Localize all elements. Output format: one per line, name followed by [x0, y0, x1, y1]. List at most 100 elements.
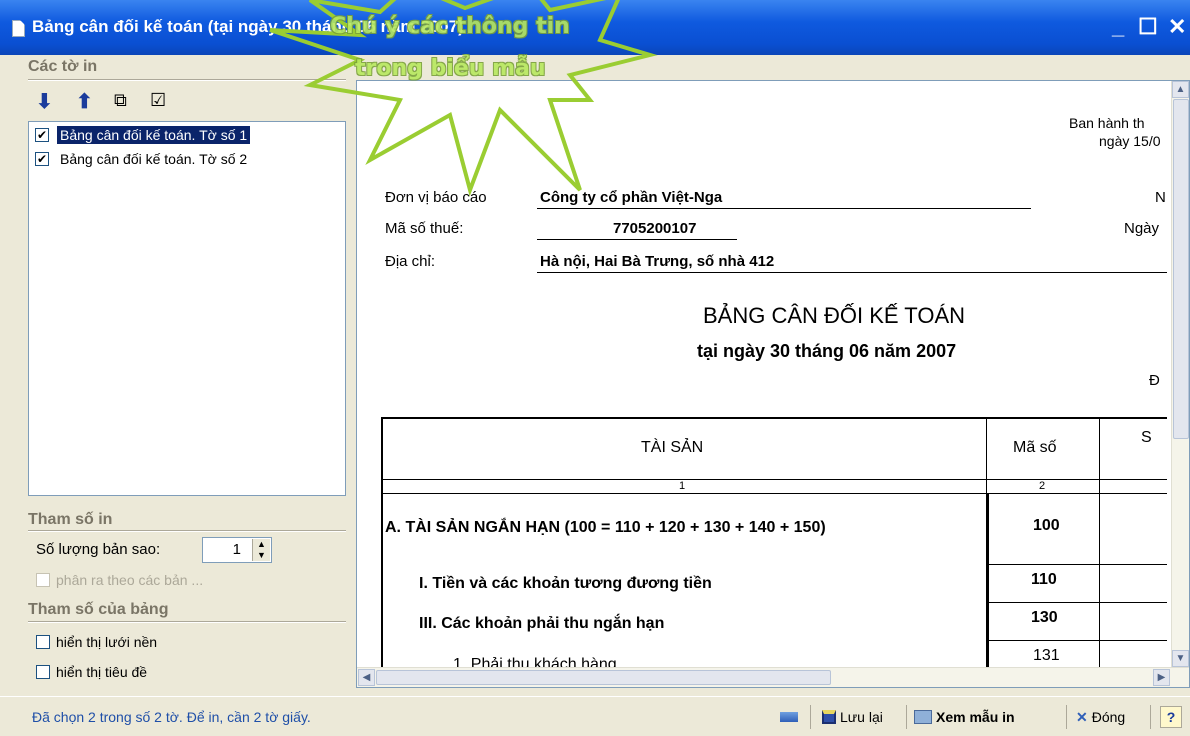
row-divider — [383, 493, 1167, 494]
separator — [1150, 705, 1151, 729]
scroll-right-button[interactable]: ▶ — [1153, 669, 1170, 686]
balance-table: TÀI SẢN Mã số S 1 2 A. TÀI SẢN NGẮN HẠN … — [381, 417, 1167, 667]
checkbox — [36, 573, 50, 587]
document-icon — [12, 20, 25, 37]
print-params-header: Tham số in — [28, 511, 113, 528]
row-divider — [986, 640, 1167, 641]
separator — [810, 705, 811, 729]
row-label: I. Tiền và các khoản tương đương tiền — [419, 575, 712, 592]
callout-line-1: Chú ý các thông tin — [330, 14, 570, 39]
scroll-left-button[interactable]: ◀ — [358, 669, 375, 686]
list-item[interactable]: ✔ Bảng cân đối kế toán. Tờ số 1 — [31, 124, 343, 146]
close-button[interactable]: ✕ — [1168, 14, 1186, 40]
scroll-up-button[interactable]: ▲ — [1172, 81, 1189, 98]
minimize-button[interactable]: _ — [1112, 14, 1124, 40]
save-icon — [822, 710, 836, 724]
horizontal-scrollbar[interactable]: ◀ ▶ — [357, 667, 1189, 687]
row-divider — [986, 602, 1167, 603]
underline — [537, 272, 1167, 273]
address-value: Hà nội, Hai Bà Trưng, số nhà 412 — [540, 253, 775, 270]
close-x-icon: ✕ — [1076, 708, 1088, 725]
col-index-2: 2 — [1039, 480, 1046, 492]
preview-label: Xem mẫu in — [936, 709, 1015, 725]
vertical-scrollbar[interactable]: ▲ ▼ — [1171, 81, 1189, 667]
checkbox[interactable]: ✔ — [35, 152, 49, 166]
col-asset-header: TÀI SẢN — [641, 439, 704, 456]
right-n: N — [1155, 189, 1166, 206]
list-item[interactable]: ✔ Bảng cân đối kế toán. Tờ số 2 — [31, 148, 343, 170]
underline — [537, 239, 737, 240]
save-label: Lưu lại — [840, 709, 883, 725]
issued-line-1: Ban hành th — [1069, 115, 1145, 131]
tax-label: Mã số thuế: — [385, 220, 464, 237]
header-label: hiển thị tiêu đề — [56, 664, 148, 680]
check-all-icon[interactable]: ☑ — [150, 90, 166, 110]
save-button[interactable]: Lưu lại — [822, 707, 883, 727]
stepper-buttons[interactable]: ▲ ▼ — [252, 539, 270, 561]
sheet-label: Bảng cân đối kế toán. Tờ số 1 — [57, 126, 251, 144]
unit-mark: Đ — [1149, 372, 1160, 389]
report-subtitle: tại ngày 30 tháng 06 năm 2007 — [697, 341, 957, 361]
status-bar: Đã chọn 2 trong số 2 tờ. Để in, cần 2 tờ… — [0, 696, 1190, 736]
checkbox[interactable] — [36, 635, 50, 649]
scroll-thumb[interactable] — [1173, 99, 1189, 439]
print-preview[interactable]: Ban hành th ngày 15/0 Đơn vị báo cáo Côn… — [356, 80, 1190, 688]
issued-line-2: ngày 15/0 — [1099, 133, 1161, 149]
row-divider — [383, 479, 1167, 480]
copies-stepper[interactable]: 1 ▲ ▼ — [202, 537, 272, 563]
divider — [28, 621, 346, 623]
row-label: A. TÀI SẢN NGẮN HẠN (100 = 110 + 120 + 1… — [385, 519, 826, 536]
right-date: Ngày — [1124, 220, 1160, 237]
split-label: phân ra theo các bản ... — [56, 572, 204, 588]
tax-value: 7705200107 — [613, 220, 697, 237]
separator — [1066, 705, 1067, 729]
settings-button[interactable] — [780, 707, 802, 727]
arrow-down-icon[interactable]: ⬇ — [36, 92, 53, 112]
report-title: BẢNG CÂN ĐỐI KẾ TOÁN — [703, 303, 966, 328]
row-divider — [986, 564, 1167, 565]
row-code: 100 — [1033, 517, 1060, 534]
row-code: 131 — [1033, 647, 1060, 664]
status-text: Đã chọn 2 trong số 2 tờ. Để in, cần 2 tờ… — [32, 709, 311, 725]
row-label: III. Các khoản phải thu ngắn hạn — [419, 615, 665, 632]
sheet-list[interactable]: ✔ Bảng cân đối kế toán. Tờ số 1 ✔ Bảng c… — [28, 121, 346, 496]
scroll-thumb[interactable] — [376, 670, 831, 685]
report-page: Ban hành th ngày 15/0 Đơn vị báo cáo Côn… — [357, 81, 1167, 667]
row-code: 130 — [1031, 609, 1058, 626]
unit-value: Công ty cổ phần Việt-Nga — [540, 189, 723, 206]
printer-icon — [914, 710, 932, 724]
callout-line-2: trong biểu mẫu — [355, 56, 546, 81]
table-params-header: Tham số của bảng — [28, 601, 169, 618]
divider — [28, 530, 346, 532]
separator — [906, 705, 907, 729]
checkbox[interactable] — [36, 665, 50, 679]
copies-value[interactable]: 1 — [233, 541, 241, 558]
split-copies-option: phân ra theo các bản ... — [36, 572, 203, 588]
help-button[interactable]: ? — [1160, 706, 1182, 728]
col-index-1: 1 — [679, 480, 686, 492]
divider — [28, 79, 346, 81]
header-option[interactable]: hiển thị tiêu đề — [36, 664, 147, 680]
title-bar: Bảng cân đối kế toán (tại ngày 30 tháng … — [0, 0, 1190, 55]
copies-label: Số lượng bản sao: — [36, 541, 161, 558]
arrow-up-icon[interactable]: ⬆ — [76, 92, 93, 112]
uncheck-all-icon[interactable]: ⧉ — [114, 90, 127, 110]
checkbox[interactable]: ✔ — [35, 128, 49, 142]
print-preview-button[interactable]: Xem mẫu in — [914, 707, 1015, 727]
unit-label: Đơn vị báo cáo — [385, 189, 487, 206]
scroll-down-button[interactable]: ▼ — [1172, 650, 1189, 667]
col-code-header: Mã số — [1013, 439, 1057, 456]
maximize-button[interactable]: ☐ — [1138, 14, 1158, 40]
page-setup-icon — [780, 712, 798, 722]
close-dialog-button[interactable]: ✕ Đóng — [1076, 707, 1125, 727]
row-label: 1. Phải thu khách hàng — [453, 656, 617, 667]
column-divider — [1099, 419, 1100, 667]
grid-label: hiển thị lưới nền — [56, 634, 158, 650]
sheets-section-header: Các tờ in — [28, 58, 98, 75]
bold-divider — [986, 493, 989, 667]
grid-option[interactable]: hiển thị lưới nền — [36, 634, 157, 650]
close-label: Đóng — [1091, 709, 1126, 725]
col-3-header: S — [1141, 429, 1152, 446]
address-label: Địa chỉ: — [385, 253, 436, 270]
row-code: 110 — [1031, 571, 1057, 588]
